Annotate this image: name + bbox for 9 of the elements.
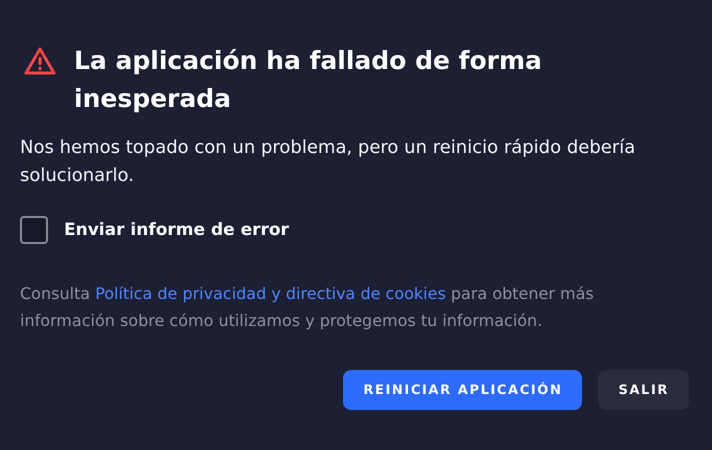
warning-icon: [24, 47, 56, 75]
restart-button[interactable]: REINICIAR APLICACIÓN: [343, 370, 582, 410]
checkbox[interactable]: [20, 216, 48, 244]
dialog-title: La aplicación ha fallado de forma inesperada: [74, 45, 543, 115]
privacy-policy-link[interactable]: Política de privacidad y directiva de cookies: [95, 284, 446, 303]
error-message: Nos hemos topado con un problema, pero un reinicio rápido debería solucionarlo.: [20, 136, 636, 188]
exit-button[interactable]: SALIR: [598, 370, 689, 410]
checkbox-label: Enviar informe de error: [64, 220, 289, 240]
privacy-notice: Consulta Política de privacidad y directiva de cookies para obtener más información sobre cómo utilizamos y protegemos tu información.: [20, 283, 595, 332]
